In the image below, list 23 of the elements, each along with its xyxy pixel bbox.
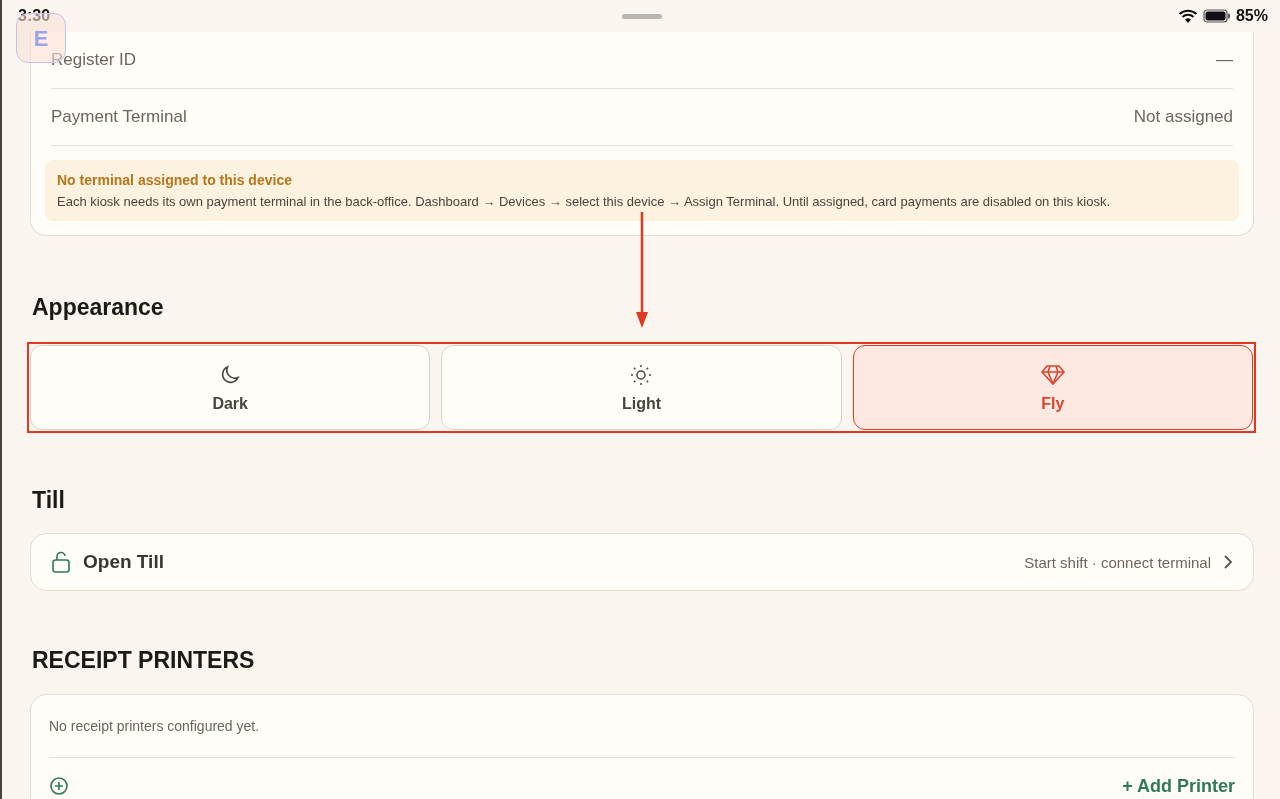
battery-icon <box>1202 9 1231 23</box>
drag-handle[interactable] <box>622 14 662 19</box>
warning-text: Each kiosk needs its own payment terminal in the back-office. Dashboard → Devices → select this device → Assign Terminal. Until assigned, card payments are disabled on this kiosk. <box>57 194 1112 209</box>
theme-option[interactable]: Fly <box>852 345 1253 430</box>
chevron-right-icon <box>1223 554 1233 570</box>
plus-circle-icon[interactable] <box>49 776 69 796</box>
open-till-row[interactable]: Open Till Start shift · connect terminal <box>30 533 1254 591</box>
section-heading: RECEIPT PRINTERS <box>32 647 256 674</box>
sun-icon <box>629 362 654 387</box>
diamond-icon <box>1039 362 1066 387</box>
unlocked-padlock-icon <box>51 551 71 573</box>
theme-option[interactable]: Light <box>441 345 842 430</box>
theme-option[interactable]: Dark <box>30 345 431 430</box>
warning-title: No terminal assigned to this device <box>57 172 293 188</box>
battery-percent: 85% <box>1235 7 1268 25</box>
section-heading: Appearance <box>32 294 165 321</box>
empty-message: No receipt printers configured yet. <box>49 695 1235 758</box>
row-label: Payment Terminal <box>51 107 187 127</box>
row-value: — <box>1216 50 1233 70</box>
wifi-icon <box>1177 8 1198 24</box>
section-heading: Till <box>32 487 66 514</box>
add-printer-button[interactable]: + Add Printer <box>1122 775 1235 797</box>
row-value: Not assigned <box>1133 107 1233 127</box>
